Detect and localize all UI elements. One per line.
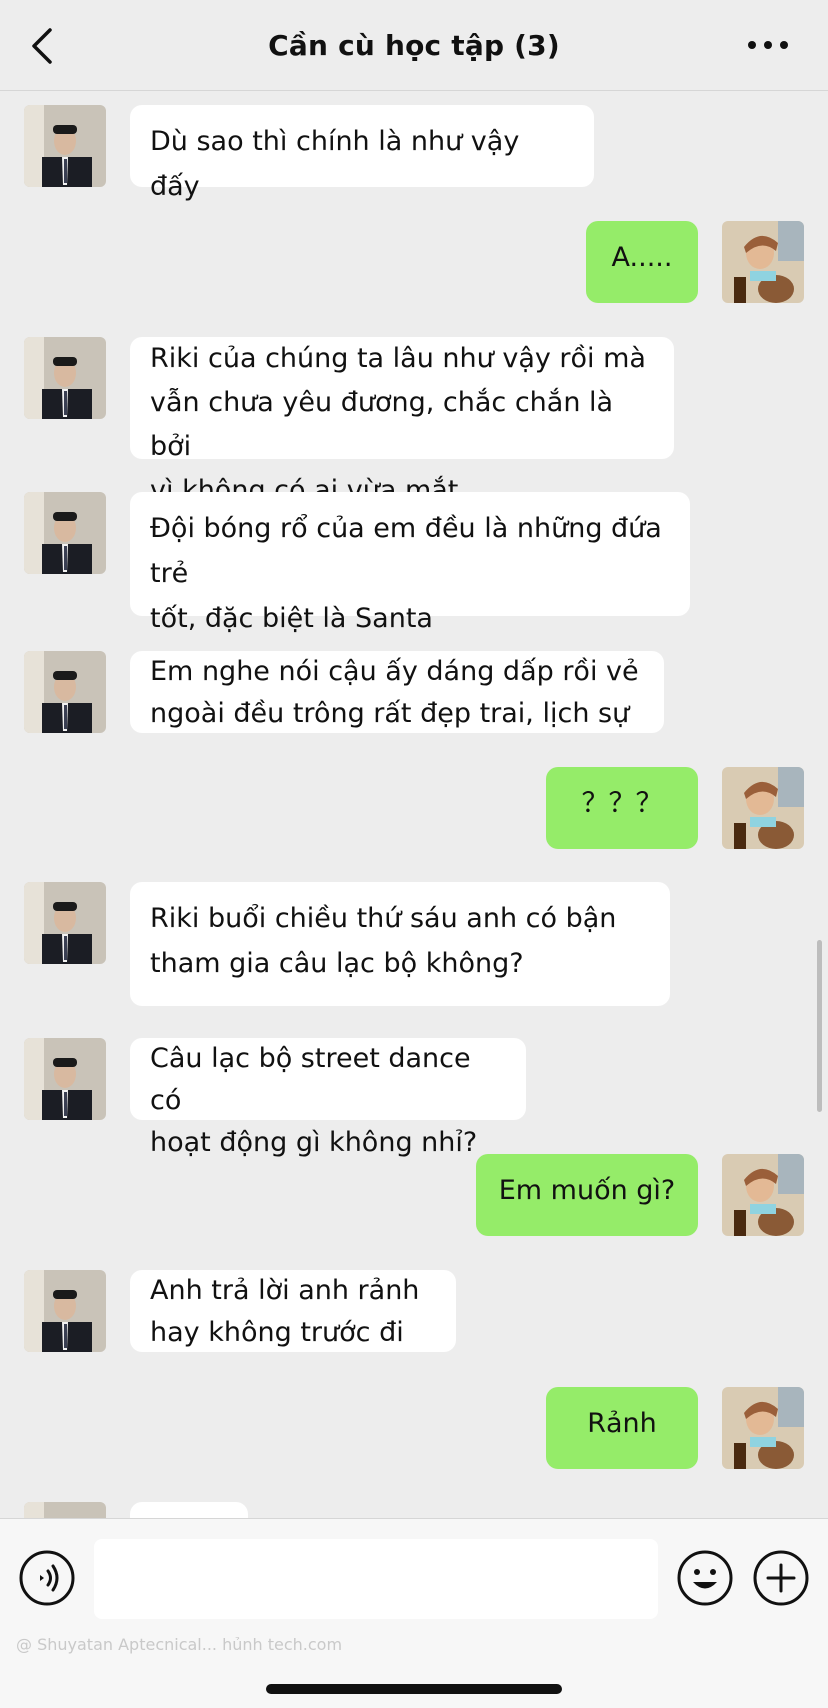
message-bubble[interactable]: ？？？ [546, 767, 698, 849]
message-bubble[interactable]: Rảnh [546, 1387, 698, 1469]
avatar-contact[interactable] [24, 1038, 106, 1120]
avatar-contact[interactable] [24, 882, 106, 964]
chat-title: Cần cù học tập (3) [268, 28, 560, 62]
message-input[interactable] [94, 1539, 658, 1619]
avatar-self[interactable] [722, 1387, 804, 1469]
message-bubble[interactable]: Em muốn gì? [476, 1154, 698, 1236]
more-options-button[interactable] [744, 30, 792, 60]
voice-icon [19, 1550, 75, 1606]
message-bubble[interactable]: Câu lạc bộ street dance có hoạt động gì … [130, 1038, 526, 1158]
avatar-contact[interactable] [24, 1270, 106, 1352]
avatar-contact[interactable] [24, 337, 106, 419]
back-button[interactable] [24, 24, 64, 68]
message-bubble[interactable]: Em nghe nói cậu ấy dáng dấp rồi vẻ ngoài… [130, 651, 664, 733]
message-list[interactable]: Dù sao thì chính là như vậy đấy A..... R… [0, 91, 828, 1518]
avatar-contact[interactable] [24, 492, 106, 574]
watermark-text: @ Shuyatan Aptecnical... hủnh tech.com [16, 1635, 343, 1654]
avatar-self[interactable] [722, 1154, 804, 1236]
home-indicator[interactable] [266, 1684, 562, 1694]
message-bubble[interactable]: Riki của chúng ta lâu như vậy rồi mà vẫn… [130, 337, 674, 506]
message-bubble[interactable]: Đội bóng rổ của em đều là những đứa trẻ … [130, 492, 690, 634]
message-bubble[interactable] [130, 1502, 248, 1518]
message-bubble[interactable]: A..... [586, 221, 698, 303]
emoji-button[interactable] [676, 1549, 734, 1607]
message-bubble[interactable]: Anh trả lời anh rảnh hay không trước đi [130, 1270, 456, 1352]
avatar-contact[interactable] [24, 651, 106, 733]
voice-button[interactable] [18, 1549, 76, 1607]
avatar-contact[interactable] [24, 105, 106, 187]
avatar-contact[interactable] [24, 1502, 106, 1518]
input-bar: @ Shuyatan Aptecnical... hủnh tech.com [0, 1518, 828, 1708]
ellipsis-icon [748, 41, 788, 49]
chevron-left-icon [32, 28, 52, 64]
chat-header: Cần cù học tập (3) [0, 0, 828, 91]
plus-button[interactable] [752, 1549, 810, 1607]
plus-icon [753, 1550, 809, 1606]
scrollbar[interactable] [817, 940, 822, 1112]
message-bubble[interactable]: Dù sao thì chính là như vậy đấy [130, 105, 594, 202]
message-bubble[interactable]: Riki buổi chiều thứ sáu anh có bận tham … [130, 882, 670, 1006]
avatar-self[interactable] [722, 221, 804, 303]
avatar-self[interactable] [722, 767, 804, 849]
smiley-icon [677, 1550, 733, 1606]
